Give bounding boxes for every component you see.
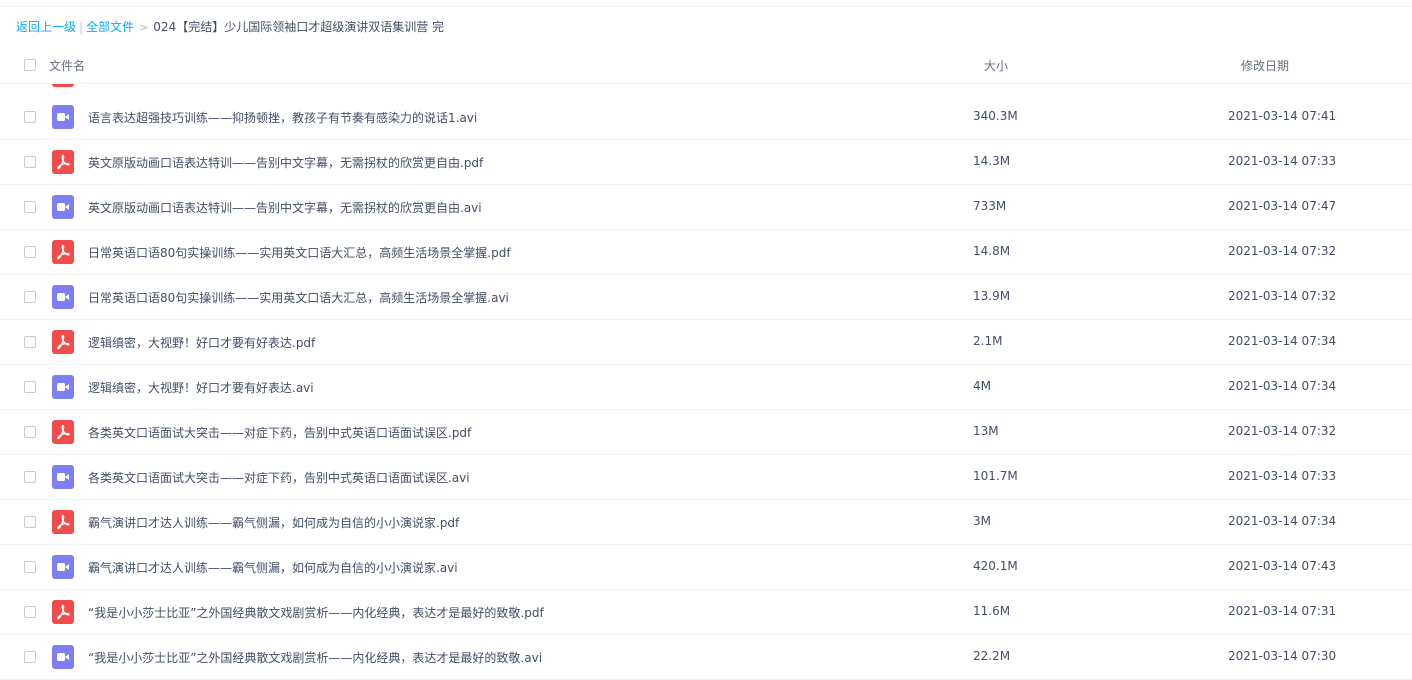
file-size: 11.6M [973,604,1011,618]
file-date: 2021-03-14 07:31 [1228,604,1337,618]
pdf-icon [52,240,74,264]
file-row[interactable]: 语言表达超强技巧训练——抑扬顿挫，教孩子有节奏有感染力的说话1.avi 340.… [0,95,1412,140]
row-checkbox[interactable] [24,426,36,438]
pdf-icon [52,510,74,534]
pdf-icon [52,600,74,624]
row-checkbox[interactable] [24,561,36,573]
file-row[interactable]: 各类英文口语面试大突击——对症下药，告别中式英语口语面试误区.avi 101.7… [0,455,1412,500]
file-size: 14.3M [973,154,1011,168]
file-name[interactable]: 各类英文口语面试大突击——对症下药，告别中式英语口语面试误区.pdf [88,424,471,441]
pdf-icon [52,330,74,354]
column-header-size[interactable]: 大小 [984,57,1008,74]
file-size: 420.1M [973,559,1018,573]
row-checkbox[interactable] [24,516,36,528]
file-name[interactable]: 逻辑缜密，大视野！好口才要有好表达.avi [88,379,314,396]
table-header: 文件名 大小 修改日期 [0,46,1412,84]
pdf-icon [52,150,74,174]
row-checkbox[interactable] [24,291,36,303]
file-list: 语言表达超强技巧训练——抑扬顿挫，教孩子有节奏有感染力的说话1.avi 340.… [0,95,1412,680]
file-date: 2021-03-14 07:32 [1228,289,1337,303]
file-date: 2021-03-14 07:34 [1228,514,1337,528]
row-checkbox[interactable] [24,381,36,393]
file-name[interactable]: “我是小小莎士比亚”之外国经典散文戏剧赏析——内化经典，表达才是最好的致敬.pd… [88,604,544,621]
row-checkbox[interactable] [24,606,36,618]
file-name[interactable]: 英文原版动画口语表达特训——告别中文字幕，无需拐杖的欣赏更自由.pdf [88,154,483,171]
file-name[interactable]: “我是小小莎士比亚”之外国经典散文戏剧赏析——内化经典，表达才是最好的致敬.av… [88,649,542,666]
file-date: 2021-03-14 07:33 [1228,469,1337,483]
file-size: 13.9M [973,289,1011,303]
back-link[interactable]: 返回上一级 [16,20,76,34]
row-checkbox[interactable] [24,336,36,348]
breadcrumb-arrow-icon: > [139,21,149,34]
file-name[interactable]: 语言表达超强技巧训练——抑扬顿挫，教孩子有节奏有感染力的说话1.avi [88,109,477,126]
file-size: 2.1M [973,334,1003,348]
top-divider [0,0,1412,7]
all-files-link[interactable]: 全部文件 [86,20,134,34]
file-date: 2021-03-14 07:34 [1228,379,1337,393]
file-name[interactable]: 霸气演讲口才达人训练——霸气侧漏，如何成为自信的小小演说家.pdf [88,514,459,531]
row-checkbox[interactable] [24,201,36,213]
breadcrumb-separator: | [79,20,84,34]
file-size: 3M [973,514,991,528]
video-icon [52,195,74,219]
file-row[interactable]: 霸气演讲口才达人训练——霸气侧漏，如何成为自信的小小演说家.avi 420.1M… [0,545,1412,590]
file-date: 2021-03-14 07:47 [1228,199,1337,213]
file-date: 2021-03-14 07:43 [1228,559,1337,573]
partial-row-icon [52,84,74,87]
row-checkbox[interactable] [24,651,36,663]
video-icon [52,105,74,129]
pdf-icon [52,420,74,444]
file-size: 733M [973,199,1007,213]
file-size: 4M [973,379,991,393]
file-date: 2021-03-14 07:41 [1228,109,1337,123]
file-row[interactable]: 霸气演讲口才达人训练——霸气侧漏，如何成为自信的小小演说家.pdf 3M 202… [0,500,1412,545]
file-row[interactable]: 日常英语口语80句实操训练——实用英文口语大汇总，高频生活场景全掌握.pdf 1… [0,230,1412,275]
file-size: 14.8M [973,244,1011,258]
column-header-date[interactable]: 修改日期 [1241,57,1289,74]
row-checkbox[interactable] [24,471,36,483]
file-size: 101.7M [973,469,1018,483]
file-size: 340.3M [973,109,1018,123]
file-date: 2021-03-14 07:33 [1228,154,1337,168]
file-row[interactable]: 各类英文口语面试大突击——对症下药，告别中式英语口语面试误区.pdf 13M 2… [0,410,1412,455]
file-name[interactable]: 霸气演讲口才达人训练——霸气侧漏，如何成为自信的小小演说家.avi [88,559,458,576]
file-size: 22.2M [973,649,1011,663]
file-row[interactable]: 逻辑缜密，大视野！好口才要有好表达.avi 4M 2021-03-14 07:3… [0,365,1412,410]
file-date: 2021-03-14 07:30 [1228,649,1337,663]
video-icon [52,645,74,669]
current-folder: 024【完结】少儿国际领袖口才超级演讲双语集训营 完 [153,20,445,34]
file-row[interactable]: 逻辑缜密，大视野！好口才要有好表达.pdf 2.1M 2021-03-14 07… [0,320,1412,365]
file-name[interactable]: 逻辑缜密，大视野！好口才要有好表达.pdf [88,334,315,351]
column-header-name[interactable]: 文件名 [49,57,85,74]
file-name[interactable]: 日常英语口语80句实操训练——实用英文口语大汇总，高频生活场景全掌握.pdf [88,244,511,261]
file-row[interactable]: “我是小小莎士比亚”之外国经典散文戏剧赏析——内化经典，表达才是最好的致敬.pd… [0,590,1412,635]
file-size: 13M [973,424,999,438]
file-row[interactable]: 英文原版动画口语表达特训——告别中文字幕，无需拐杖的欣赏更自由.pdf 14.3… [0,140,1412,185]
file-date: 2021-03-14 07:32 [1228,244,1337,258]
row-checkbox[interactable] [24,156,36,168]
select-all-checkbox[interactable] [24,59,36,71]
file-row[interactable]: “我是小小莎士比亚”之外国经典散文戏剧赏析——内化经典，表达才是最好的致敬.av… [0,635,1412,680]
row-checkbox[interactable] [24,111,36,123]
file-name[interactable]: 日常英语口语80句实操训练——实用英文口语大汇总，高频生活场景全掌握.avi [88,289,509,306]
breadcrumb: 返回上一级 | 全部文件 >024【完结】少儿国际领袖口才超级演讲双语集训营 完 [16,18,444,36]
row-checkbox[interactable] [24,246,36,258]
file-name[interactable]: 各类英文口语面试大突击——对症下药，告别中式英语口语面试误区.avi [88,469,470,486]
file-row[interactable]: 英文原版动画口语表达特训——告别中文字幕，无需拐杖的欣赏更自由.avi 733M… [0,185,1412,230]
file-name[interactable]: 英文原版动画口语表达特训——告别中文字幕，无需拐杖的欣赏更自由.avi [88,199,482,216]
file-date: 2021-03-14 07:32 [1228,424,1337,438]
file-row[interactable]: 日常英语口语80句实操训练——实用英文口语大汇总，高频生活场景全掌握.avi 1… [0,275,1412,320]
file-date: 2021-03-14 07:34 [1228,334,1337,348]
video-icon [52,285,74,309]
video-icon [52,555,74,579]
video-icon [52,465,74,489]
video-icon [52,375,74,399]
